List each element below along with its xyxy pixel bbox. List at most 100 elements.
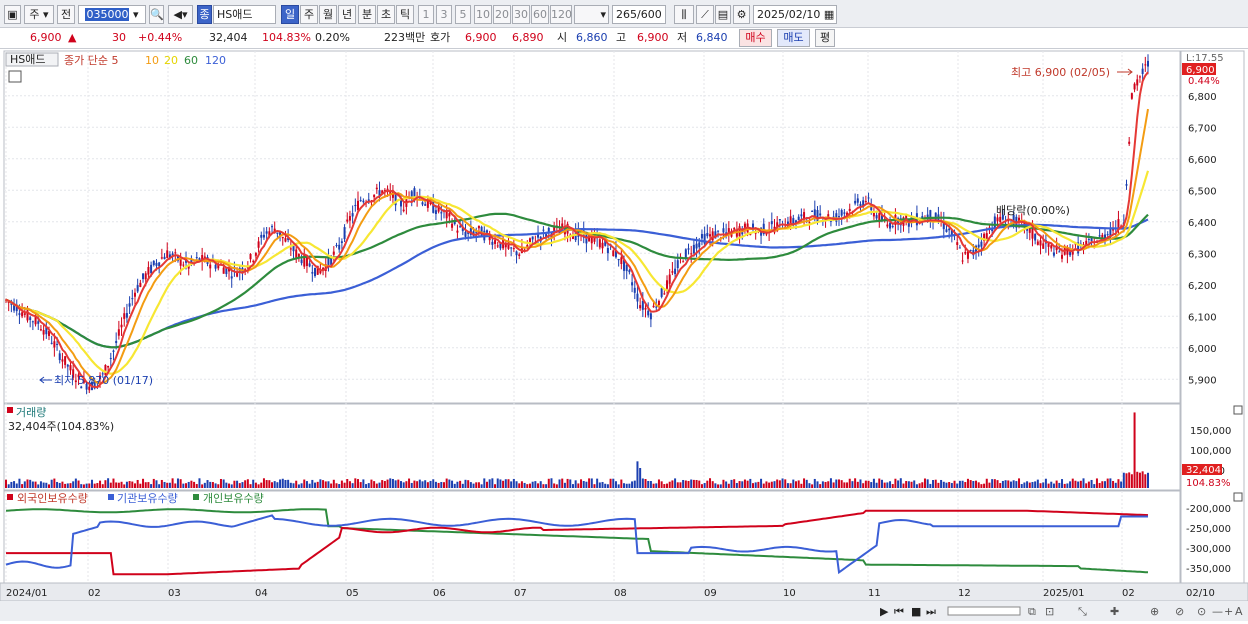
save-icon[interactable]: ▤ <box>715 5 731 24</box>
candle-body <box>42 329 45 335</box>
sub-button[interactable]: 전 <box>57 5 75 24</box>
candle-body <box>993 216 996 228</box>
volume-bar <box>152 478 155 488</box>
table-icon[interactable] <box>8 70 22 83</box>
volume-bar <box>405 481 408 488</box>
volume-bar <box>346 479 349 488</box>
volume-bar <box>1109 478 1112 488</box>
volume-bar <box>442 482 445 488</box>
volume-bar <box>520 481 523 488</box>
volume-bar <box>585 481 588 488</box>
volume-bar <box>1012 480 1015 488</box>
compare-icon[interactable]: ⧉ <box>1028 605 1036 618</box>
chart-type-icon[interactable]: ⊡ <box>1045 605 1054 618</box>
period-minute[interactable]: 분 <box>358 5 376 24</box>
stop-icon[interactable]: ■ <box>911 605 921 618</box>
type-select[interactable]: 주 ▾ <box>24 5 54 24</box>
minute-10[interactable]: 10 <box>474 5 492 24</box>
period-week[interactable]: 주 <box>300 5 318 24</box>
magnet-icon[interactable]: ⊕ <box>1150 605 1159 618</box>
minute-1[interactable]: 1 <box>418 5 434 24</box>
candle-body <box>657 300 660 305</box>
volume-bar <box>1039 483 1042 488</box>
display-total: /600 <box>637 8 662 21</box>
candle-icon[interactable]: ⫼ <box>674 5 694 24</box>
zoom-out-icon[interactable]: — <box>1212 605 1223 618</box>
candle-body <box>856 198 859 203</box>
calendar-icon[interactable]: ▦ <box>824 8 834 21</box>
volume-bar <box>687 480 690 488</box>
crosshair-icon[interactable]: ✚ <box>1110 605 1119 618</box>
play-icon[interactable]: ▶ <box>880 605 889 618</box>
minute-3[interactable]: 3 <box>436 5 452 24</box>
layout-icon[interactable]: ▣ <box>4 5 21 24</box>
volume-bar <box>488 479 491 488</box>
forward-icon[interactable]: ⏭ <box>926 605 936 618</box>
stock-code-input[interactable]: 035000 ▾ <box>78 5 146 24</box>
volume-bar <box>730 479 733 488</box>
line-tool-icon[interactable]: ⟋ <box>696 5 714 24</box>
gear-icon[interactable]: ⚙ <box>733 5 750 24</box>
volume-bar <box>633 480 636 488</box>
sell-button[interactable]: 매도 <box>777 29 810 47</box>
volume-bar <box>502 480 505 488</box>
link-icon[interactable]: ⊘ <box>1175 605 1184 618</box>
ask-price: 6,900 <box>465 31 497 44</box>
holding-close-icon[interactable] <box>1233 492 1243 502</box>
candle-body <box>155 262 158 266</box>
volume-bar <box>800 483 803 488</box>
custom-period-select[interactable]: ▾ <box>574 5 609 24</box>
volume-bar <box>206 480 209 488</box>
avg-button[interactable]: 평 <box>815 29 835 47</box>
volume-bar <box>475 482 478 488</box>
minute-120[interactable]: 120 <box>550 5 572 24</box>
volume-bar <box>1136 471 1139 488</box>
volume-bar <box>413 480 416 488</box>
candle-body <box>1061 254 1064 259</box>
volume-bar <box>797 480 800 488</box>
period-year[interactable]: 년 <box>338 5 356 24</box>
plus-icon[interactable]: + <box>1224 605 1233 618</box>
minute-5[interactable]: 5 <box>455 5 471 24</box>
minute-30[interactable]: 30 <box>512 5 530 24</box>
rewind-icon[interactable]: ⏮ <box>894 605 904 618</box>
volume-bar <box>601 481 604 488</box>
volume-bar <box>10 481 13 488</box>
font-size-icon[interactable]: A <box>1235 605 1243 618</box>
period-month[interactable]: 월 <box>319 5 337 24</box>
period-second[interactable]: 초 <box>377 5 395 24</box>
candle-body <box>174 252 177 254</box>
stock-name-field[interactable]: HS애드 <box>213 5 276 24</box>
minute-20[interactable]: 20 <box>493 5 511 24</box>
chart-canvas[interactable]: HS애드 종가 단순 5 10 20 60 120 최고 6,900 (02/0… <box>0 50 1248 621</box>
volume-bar <box>606 484 609 488</box>
x-axis-label: 2024/01 <box>6 588 48 599</box>
volume-bar <box>1036 479 1039 488</box>
volume-bar <box>975 480 978 488</box>
volume-bar <box>854 478 857 488</box>
volume-bar <box>991 479 994 488</box>
volume-bar <box>867 480 870 488</box>
speaker-icon[interactable]: ◀▾ <box>168 5 193 24</box>
volume-close-icon[interactable] <box>1233 405 1243 415</box>
minute-60[interactable]: 60 <box>531 5 549 24</box>
scroll-slider[interactable] <box>947 606 1021 616</box>
candle-body <box>854 200 857 204</box>
candle-body <box>644 307 647 310</box>
volume-title: 거래량 <box>16 406 46 419</box>
volume-bar <box>504 479 507 488</box>
draw-icon[interactable]: ⤡ <box>1078 605 1087 618</box>
candle-body <box>1052 252 1055 256</box>
search-icon[interactable]: 🔍 <box>149 5 164 24</box>
display-count-field[interactable]: 265/600 <box>612 5 666 24</box>
period-day[interactable]: 일 <box>281 5 299 24</box>
volume-bar <box>77 480 80 488</box>
volume-bar <box>953 480 956 488</box>
x-axis-label: 03 <box>168 588 181 599</box>
current-price: 6,900 <box>30 31 62 44</box>
zoom-in-icon[interactable]: ⊙ <box>1197 605 1206 618</box>
date-field[interactable]: 2025/02/10 ▦ <box>753 5 837 24</box>
period-tick[interactable]: 틱 <box>396 5 414 24</box>
candle-body <box>1090 238 1093 242</box>
buy-button[interactable]: 매수 <box>739 29 772 47</box>
